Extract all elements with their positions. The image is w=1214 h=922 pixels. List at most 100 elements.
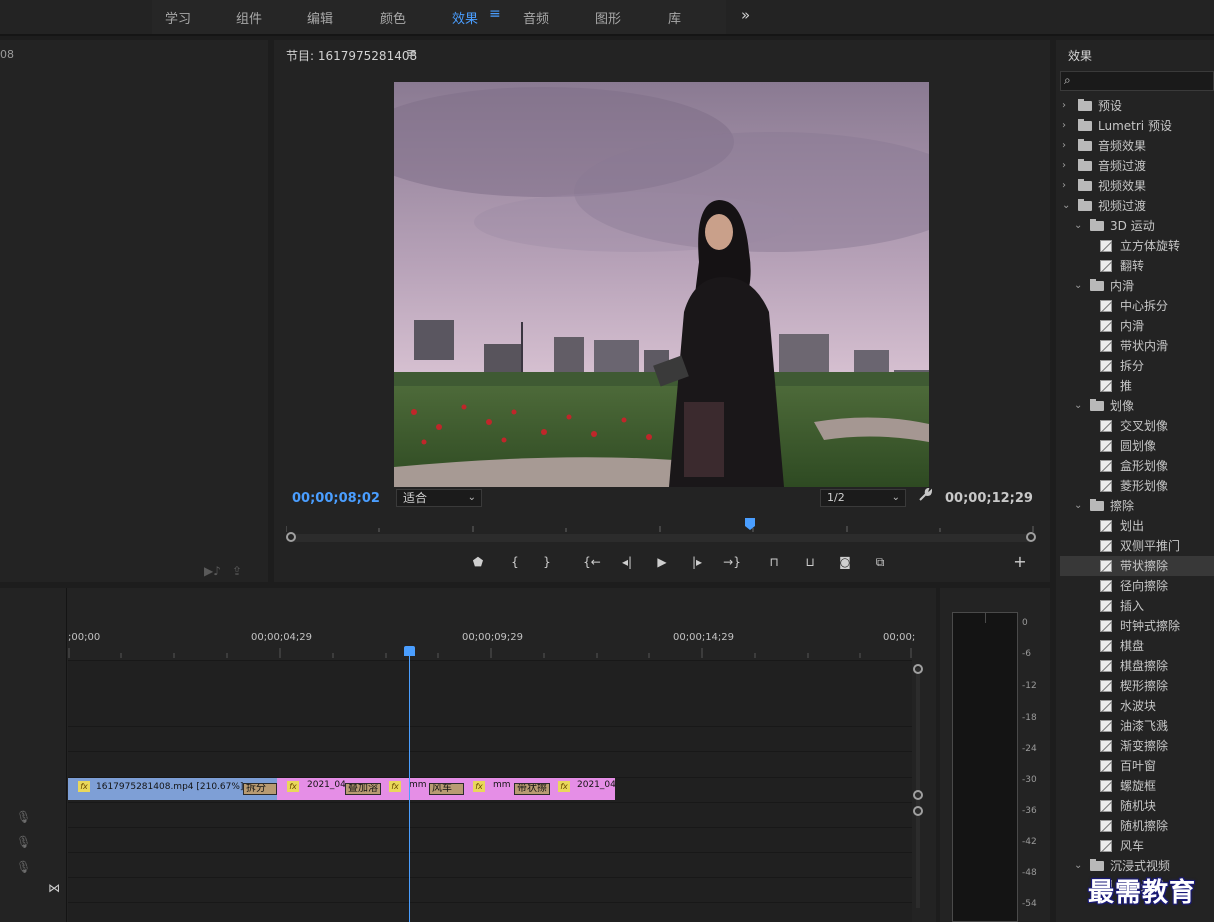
- effect-item[interactable]: 油漆飞溅: [1060, 716, 1214, 736]
- effect-item[interactable]: 划出: [1060, 516, 1214, 536]
- transition-split[interactable]: 拆分: [243, 783, 277, 795]
- panel-menu-icon[interactable]: ≡: [406, 46, 417, 61]
- chevron-right-icon[interactable]: ›: [1062, 156, 1066, 176]
- program-zoom-scrollbar[interactable]: [286, 532, 1036, 542]
- scroll-handle-bottom[interactable]: [913, 806, 923, 816]
- more-workspaces-icon[interactable]: »: [741, 6, 750, 24]
- clip-second[interactable]: fx 2021_04 叠加溶 fx mm 风车 fx mm 带状擦 fx 202…: [277, 778, 615, 800]
- microphone-icon[interactable]: 🎙: [16, 835, 31, 849]
- chevron-right-icon[interactable]: ›: [1062, 136, 1066, 156]
- effect-item[interactable]: 楔形擦除: [1060, 676, 1214, 696]
- timeline-tracks[interactable]: ;00;00 00;00;04;29 00;00;09;29 00;00;14;…: [68, 588, 915, 922]
- chevron-right-icon[interactable]: ›: [1062, 96, 1066, 116]
- effect-item[interactable]: 推: [1060, 376, 1214, 396]
- video-track-clips[interactable]: fx 1617975281408.mp4 [210.67%] 拆分 fx 202…: [68, 777, 912, 802]
- chevron-right-icon[interactable]: ›: [1062, 116, 1066, 136]
- video-track-1[interactable]: [68, 751, 912, 777]
- tab-audio[interactable]: 音频: [523, 8, 549, 27]
- tab-libraries[interactable]: 库: [668, 8, 681, 27]
- play-icon[interactable]: ▶: [652, 553, 672, 571]
- effect-item[interactable]: 菱形划像: [1060, 476, 1214, 496]
- effect-item[interactable]: 径向擦除: [1060, 576, 1214, 596]
- program-time-ruler[interactable]: [286, 518, 1034, 532]
- chevron-down-icon[interactable]: ⌄: [1074, 216, 1082, 236]
- transition-windmill[interactable]: 风车: [429, 783, 464, 795]
- effect-item[interactable]: 拆分: [1060, 356, 1214, 376]
- tab-editing[interactable]: 编辑: [307, 8, 333, 27]
- scroll-handle-mid[interactable]: [913, 790, 923, 800]
- effect-item[interactable]: 时钟式擦除: [1060, 616, 1214, 636]
- go-to-out-icon[interactable]: →}: [722, 553, 742, 571]
- step-back-icon[interactable]: ◂|: [617, 553, 637, 571]
- effect-item[interactable]: 带状内滑: [1060, 336, 1214, 356]
- transition-dissolve[interactable]: 叠加溶: [345, 783, 381, 795]
- track-empty[interactable]: [68, 902, 912, 922]
- audio-track-3[interactable]: [68, 852, 912, 877]
- mark-out-icon[interactable]: }: [537, 553, 557, 571]
- clip-main[interactable]: fx 1617975281408.mp4 [210.67%] 拆分: [68, 778, 277, 800]
- lift-icon[interactable]: ⊓: [764, 553, 784, 571]
- effect-item[interactable]: 圆划像: [1060, 436, 1214, 456]
- effects-bin[interactable]: › 视频效果: [1060, 176, 1214, 196]
- effect-item[interactable]: 翻转: [1060, 256, 1214, 276]
- effect-item[interactable]: 随机块: [1060, 796, 1214, 816]
- effect-item[interactable]: 中心拆分: [1060, 296, 1214, 316]
- effect-item[interactable]: 立方体旋转: [1060, 236, 1214, 256]
- microphone-icon[interactable]: 🎙: [16, 810, 31, 824]
- effect-item[interactable]: 螺旋框: [1060, 776, 1214, 796]
- export-frame-icon[interactable]: ◙: [835, 553, 855, 571]
- button-editor-icon[interactable]: +: [1010, 553, 1030, 571]
- effect-item[interactable]: 插入: [1060, 596, 1214, 616]
- effects-bin[interactable]: ⌄ 擦除: [1060, 496, 1214, 516]
- effects-bin[interactable]: › 音频过渡: [1060, 156, 1214, 176]
- tab-assembly[interactable]: 组件: [236, 8, 262, 27]
- add-marker-icon[interactable]: ⬟: [468, 553, 488, 571]
- chevron-down-icon[interactable]: ⌄: [1074, 396, 1082, 416]
- effect-item[interactable]: 随机擦除: [1060, 816, 1214, 836]
- effect-item[interactable]: 交叉划像: [1060, 416, 1214, 436]
- scroll-handle-top[interactable]: [913, 664, 923, 674]
- effects-bin[interactable]: › 音频效果: [1060, 136, 1214, 156]
- chevron-down-icon[interactable]: ⌄: [1062, 196, 1070, 216]
- effect-item[interactable]: 双侧平推门: [1060, 536, 1214, 556]
- scroll-end-handle[interactable]: [1026, 532, 1036, 542]
- effect-item[interactable]: 百叶窗: [1060, 756, 1214, 776]
- mark-in-icon[interactable]: {: [505, 553, 525, 571]
- effect-item[interactable]: 棋盘擦除: [1060, 656, 1214, 676]
- export-frame-icon[interactable]: ⇪: [232, 564, 242, 578]
- resolution-dropdown[interactable]: 1/2 ⌄: [820, 489, 906, 507]
- chevron-down-icon[interactable]: ⌄: [1074, 856, 1082, 876]
- workspace-menu-icon[interactable]: ≡: [489, 6, 501, 22]
- tab-effects[interactable]: 效果: [452, 8, 478, 27]
- effects-bin[interactable]: › Lumetri 预设: [1060, 116, 1214, 136]
- microphone-icon[interactable]: 🎙: [16, 860, 31, 874]
- transition-band-wipe[interactable]: 带状擦: [514, 783, 550, 795]
- video-track-3[interactable]: [68, 660, 912, 726]
- comparison-view-icon[interactable]: ⧉: [870, 553, 890, 571]
- effect-item[interactable]: 内滑: [1060, 316, 1214, 336]
- effect-item[interactable]: 风车: [1060, 836, 1214, 856]
- wrench-icon[interactable]: [918, 487, 933, 506]
- step-forward-icon[interactable]: |▸: [687, 553, 707, 571]
- go-to-in-icon[interactable]: {←: [582, 553, 602, 571]
- effects-bin[interactable]: ⌄ 视频过渡: [1060, 196, 1214, 216]
- effects-bin[interactable]: › 预设: [1060, 96, 1214, 116]
- video-track-2[interactable]: [68, 726, 912, 751]
- effect-item[interactable]: 水波块: [1060, 696, 1214, 716]
- chevron-right-icon[interactable]: ›: [1062, 176, 1066, 196]
- tab-color[interactable]: 颜色: [380, 8, 406, 27]
- current-timecode[interactable]: 00;00;08;02: [292, 491, 380, 506]
- chevron-down-icon[interactable]: ⌄: [1074, 276, 1082, 296]
- effect-item[interactable]: 盒形划像: [1060, 456, 1214, 476]
- insert-icon[interactable]: ▶♪: [204, 564, 221, 578]
- timeline-ruler[interactable]: [68, 648, 912, 658]
- tab-graphics[interactable]: 图形: [595, 8, 621, 27]
- audio-track-2[interactable]: [68, 827, 912, 852]
- effect-item[interactable]: 棋盘: [1060, 636, 1214, 656]
- effect-item[interactable]: 渐变擦除: [1060, 736, 1214, 756]
- chevron-down-icon[interactable]: ⌄: [1074, 496, 1082, 516]
- effect-item[interactable]: 带状擦除: [1060, 556, 1214, 576]
- fit-dropdown[interactable]: 适合 ⌄: [396, 489, 482, 507]
- effects-bin[interactable]: ⌄ 3D 运动: [1060, 216, 1214, 236]
- tab-learning[interactable]: 学习: [165, 8, 191, 27]
